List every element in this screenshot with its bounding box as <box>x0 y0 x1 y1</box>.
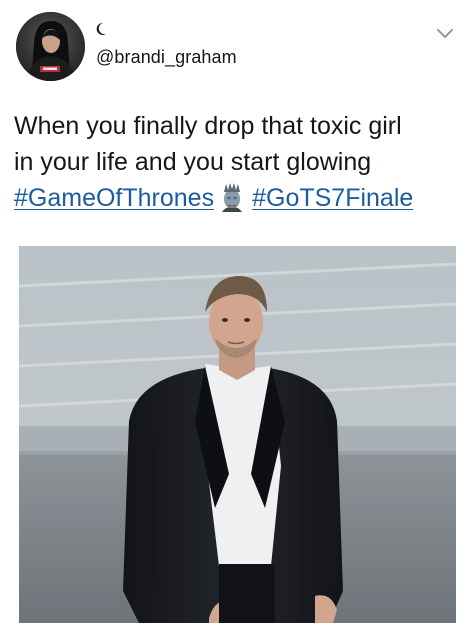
man-in-suit-photo <box>19 246 456 623</box>
hashtag-line: #GameOfThrones #GoTS7Finale <box>14 180 464 216</box>
night-king-emoji-icon <box>222 183 243 212</box>
tweet-photo[interactable] <box>19 246 456 623</box>
avatar[interactable] <box>16 12 85 81</box>
tweet-header: @brandi_graham <box>0 0 474 90</box>
user-handle[interactable]: @brandi_graham <box>96 47 237 68</box>
tweet-text-line-1: When you finally drop that toxic girl <box>14 112 402 140</box>
hashtag-gots7finale[interactable]: #GoTS7Finale <box>252 184 413 212</box>
avatar-image <box>16 12 85 81</box>
hashtag-game-of-thrones[interactable]: #GameOfThrones <box>14 184 214 212</box>
moon-icon <box>96 22 106 35</box>
chevron-down-icon[interactable] <box>435 26 455 40</box>
tweet-text: When you finally drop that toxic girl in… <box>14 108 464 216</box>
tweet-text-line-2: in your life and you start glowing <box>14 148 372 176</box>
